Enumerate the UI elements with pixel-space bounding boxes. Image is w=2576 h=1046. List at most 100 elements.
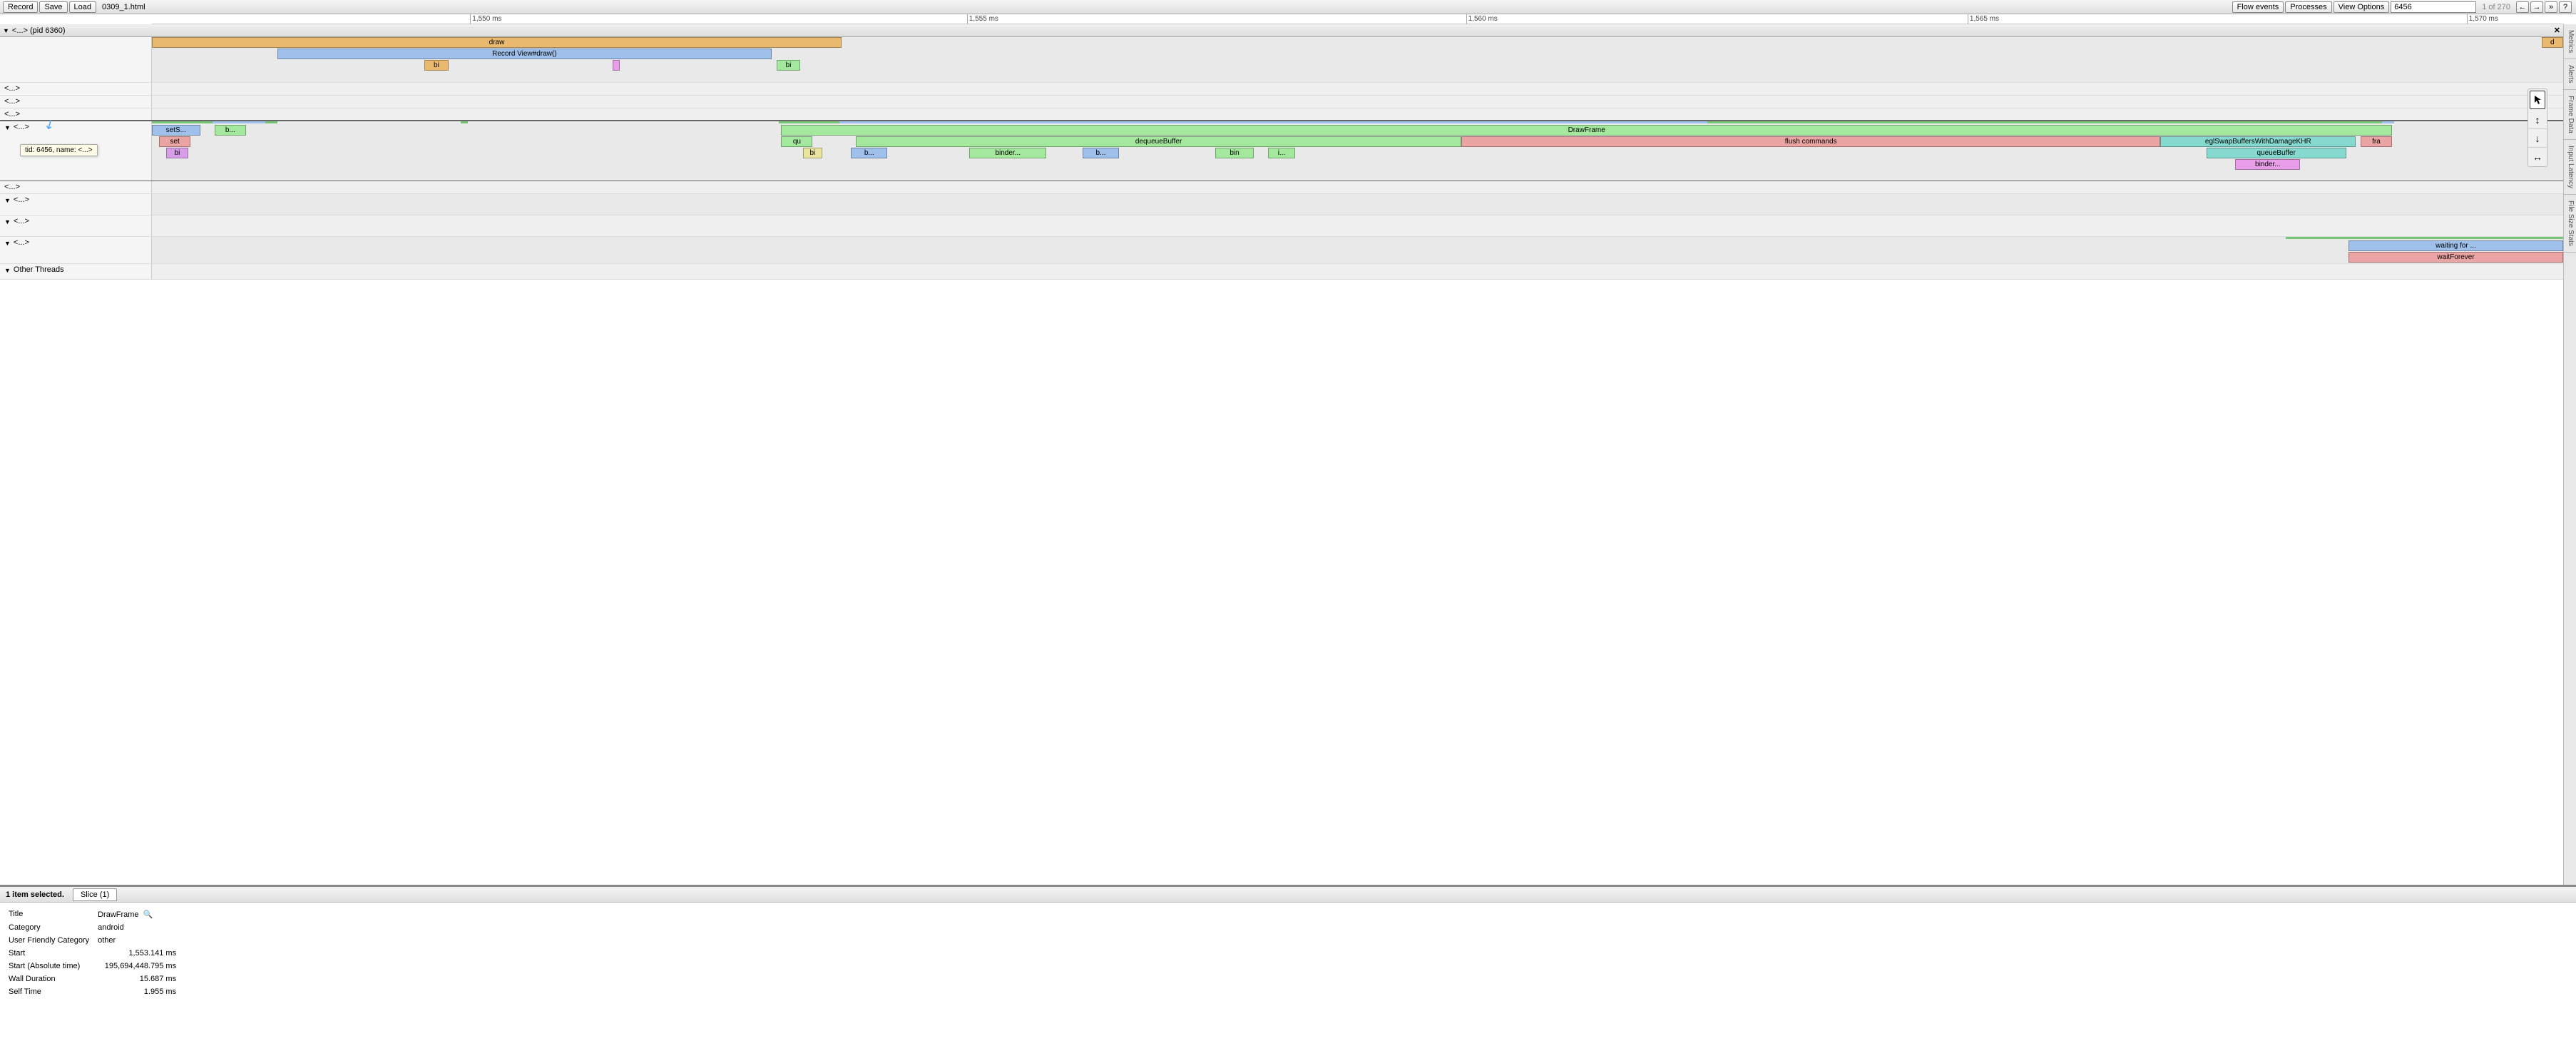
filename-label: 0309_1.html [102, 3, 145, 11]
detail-value: 15.687 ms [98, 973, 183, 985]
detail-key: Title [9, 908, 96, 920]
pan-down-button[interactable]: ↓ [2528, 129, 2547, 148]
slice-dequeue[interactable]: dequeueBuffer [856, 136, 1461, 147]
ruler-tick: 1,565 ms [1968, 14, 1999, 24]
detail-value: 195,694,448.795 ms [98, 960, 183, 972]
slice-set[interactable]: set [159, 136, 190, 147]
tooltip: tid: 6456, name: <...> [20, 144, 98, 156]
flow-events-button[interactable]: Flow events [2232, 1, 2284, 13]
slice-b[interactable]: b... [215, 125, 246, 136]
track-label[interactable]: <...> [0, 83, 152, 95]
slice-record-view[interactable]: Record View#draw() [277, 49, 772, 59]
track-label[interactable]: <...> [0, 96, 152, 108]
time-ruler[interactable]: 1,550 ms 1,555 ms 1,560 ms 1,565 ms 1,57… [152, 14, 2563, 24]
slice-tiny[interactable] [613, 60, 620, 71]
search-more-button[interactable]: » [2545, 1, 2557, 13]
track-name: <...> [14, 123, 29, 131]
slice-bi[interactable]: bi [424, 60, 449, 71]
pan-up-button[interactable]: ↕ [2528, 111, 2547, 129]
track-label[interactable]: ▼ <...> ↙ tid: 6456, name: <...> [0, 121, 152, 181]
navigation-tools: ↕ ↓ ↔ [2528, 88, 2547, 167]
slice-binder2[interactable]: binder... [2235, 159, 2300, 170]
detail-key: User Friendly Category [9, 935, 96, 946]
save-button[interactable]: Save [39, 1, 67, 13]
details-header: 1 item selected. Slice (1) [0, 887, 2576, 903]
slice-fra[interactable]: fra [2361, 136, 2392, 147]
detail-key: Category [9, 922, 96, 933]
timeline-area[interactable]: ▼ <...> (pid 6360) ✕ draw d Record View#… [0, 24, 2563, 885]
slice-egl[interactable]: eglSwapBuffersWithDamageKHR [2160, 136, 2356, 147]
slice-queue[interactable]: queueBuffer [2207, 148, 2346, 158]
processes-button[interactable]: Processes [2285, 1, 2331, 13]
search-prev-button[interactable]: ← [2516, 1, 2529, 13]
ruler-tick: 1,550 ms [470, 14, 501, 24]
slice-draw[interactable]: draw [152, 37, 842, 48]
slice-flush[interactable]: flush commands [1461, 136, 2160, 147]
detail-key: Start (Absolute time) [9, 960, 96, 972]
disclosure-icon[interactable]: ▼ [3, 27, 9, 34]
help-button[interactable]: ? [2559, 1, 2572, 13]
slice-bi[interactable]: bi [777, 60, 801, 71]
search-next-button[interactable]: → [2530, 1, 2543, 13]
detail-value: android [98, 922, 183, 933]
disclosure-icon[interactable]: ▼ [4, 267, 11, 274]
record-button[interactable]: Record [3, 1, 38, 13]
track-label[interactable]: ▼ <...> [0, 194, 152, 215]
search-count: 1 of 270 [2482, 3, 2510, 11]
frame-data-tab[interactable]: Frame Data [2564, 90, 2576, 140]
disclosure-icon[interactable]: ▼ [4, 240, 11, 247]
slice-bi2[interactable]: bi [803, 148, 822, 158]
detail-value: 1,553.141 ms [98, 948, 183, 959]
process-header[interactable]: ▼ <...> (pid 6360) ✕ [0, 24, 2563, 37]
details-table: TitleDrawFrame🔍 Categoryandroid User Fri… [7, 907, 185, 999]
disclosure-icon[interactable]: ▼ [4, 218, 11, 225]
slice-qu[interactable]: qu [781, 136, 812, 147]
detail-value: other [98, 935, 183, 946]
alerts-tab[interactable]: Alerts [2564, 59, 2576, 90]
slice-i[interactable]: i... [1268, 148, 1294, 158]
disclosure-icon[interactable]: ▼ [4, 124, 11, 131]
slice-bin[interactable]: bin [1215, 148, 1254, 158]
track-label[interactable]: <...> [0, 108, 152, 121]
pointer-tool-button[interactable] [2530, 91, 2545, 109]
details-panel: 1 item selected. Slice (1) TitleDrawFram… [0, 885, 2576, 1045]
slice-binder[interactable]: binder... [969, 148, 1046, 158]
other-threads-label: Other Threads [14, 265, 64, 274]
slice-d[interactable]: d [2542, 37, 2563, 48]
file-size-stats-tab[interactable]: File Size Stats [2564, 195, 2576, 253]
slice-waitforever[interactable]: waitForever [2348, 252, 2563, 263]
slice-b3[interactable]: b... [1083, 148, 1119, 158]
ruler-tick: 1,555 ms [967, 14, 998, 24]
slice-b2[interactable]: b... [851, 148, 887, 158]
selection-count-label: 1 item selected. [6, 890, 64, 899]
ruler-tick: 1,560 ms [1466, 14, 1498, 24]
disclosure-icon[interactable]: ▼ [4, 197, 11, 204]
magnify-icon[interactable]: 🔍 [143, 910, 153, 919]
track-label[interactable]: ▼ <...> [0, 237, 152, 263]
close-icon[interactable]: ✕ [2554, 26, 2560, 35]
search-input[interactable] [2391, 1, 2476, 13]
detail-key: Start [9, 948, 96, 959]
track-name: <...> [14, 217, 29, 225]
track-label[interactable] [0, 37, 152, 82]
ruler-tick: 1,570 ms [2467, 14, 2498, 24]
track-name: <...> [14, 238, 29, 247]
detail-value: DrawFrame🔍 [98, 908, 183, 920]
slice-waiting[interactable]: waiting for ... [2348, 240, 2563, 251]
view-options-button[interactable]: View Options [2334, 1, 2390, 13]
load-button[interactable]: Load [69, 1, 96, 13]
detail-value: 1.955 ms [98, 986, 183, 997]
side-panel-tabs: Metrics Alerts Frame Data Input Latency … [2563, 24, 2576, 885]
slice-sets[interactable]: setS... [152, 125, 200, 136]
track-label[interactable]: ▼ <...> [0, 215, 152, 236]
slice-bi[interactable]: bi [166, 148, 188, 158]
slice-drawframe[interactable]: DrawFrame [781, 125, 2392, 136]
metrics-tab[interactable]: Metrics [2564, 24, 2576, 59]
input-latency-tab[interactable]: Input Latency [2564, 140, 2576, 195]
process-title: <...> (pid 6360) [12, 26, 66, 35]
other-threads-header[interactable]: ▼ Other Threads [0, 264, 152, 279]
track-label[interactable]: <...> [0, 181, 152, 193]
detail-key: Wall Duration [9, 973, 96, 985]
slice-tab[interactable]: Slice (1) [73, 888, 117, 901]
fit-button[interactable]: ↔ [2528, 148, 2547, 166]
